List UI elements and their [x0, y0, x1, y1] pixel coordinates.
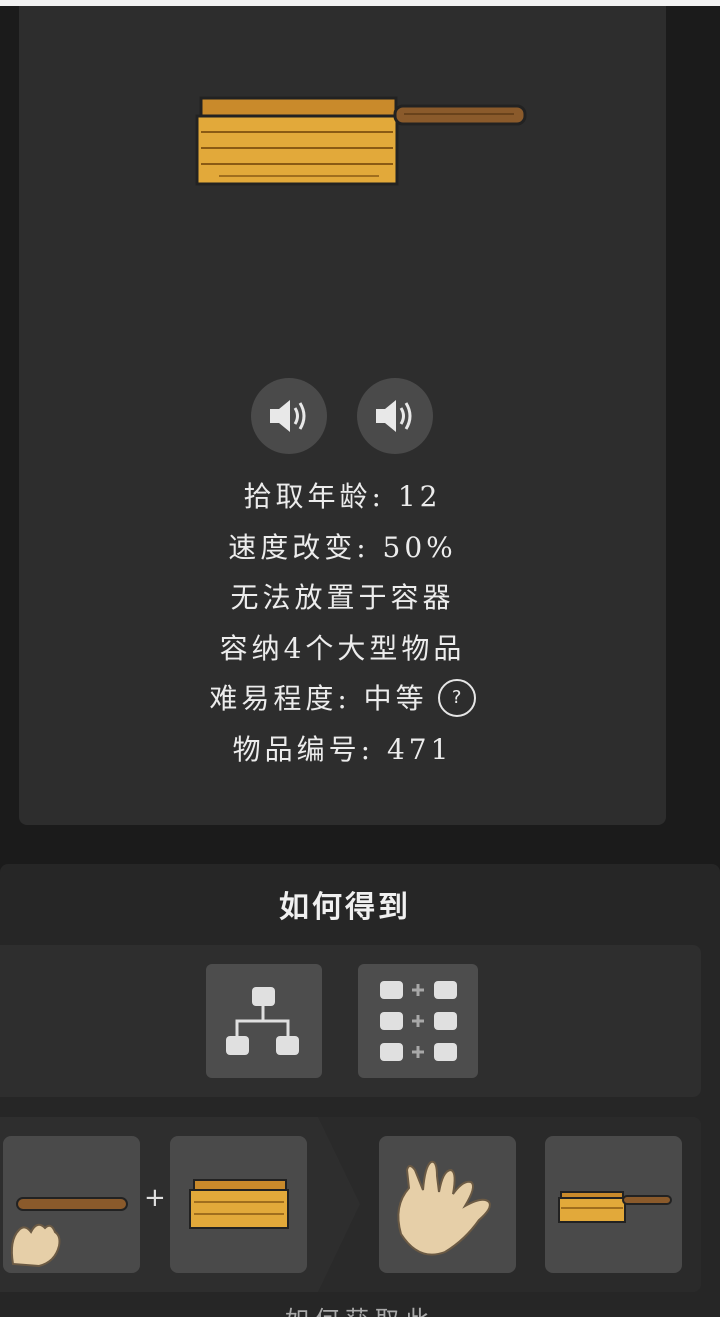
wooden-box-icon: [189, 1179, 289, 1229]
item-detail-card: 拾取年龄: 12 速度改变: 50% 无法放置于容器 容纳4个大型物品 难易程度…: [19, 6, 666, 825]
how-to-get-panel: 如何得到 +: [0, 864, 720, 1317]
help-button[interactable]: ?: [437, 678, 476, 717]
sound-button-1[interactable]: [251, 378, 327, 454]
difficulty-row: 难易程度: 中等?: [19, 674, 666, 725]
item-image: [195, 96, 527, 186]
speaker-icon: [376, 400, 412, 432]
recipe-grid-icon: [380, 981, 457, 1061]
speed-change: 速度改变: 50%: [228, 530, 457, 564]
ingredient-slot-box[interactable]: [170, 1136, 307, 1273]
difficulty: 难易程度: 中等: [209, 682, 428, 715]
recipe-row: +: [0, 1117, 701, 1292]
actor-slot-hand[interactable]: [379, 1136, 516, 1273]
result-slot[interactable]: [545, 1136, 682, 1273]
recipe-grid-button[interactable]: [358, 964, 478, 1078]
speaker-icon: [270, 400, 306, 432]
container-restriction: 无法放置于容器: [230, 581, 455, 614]
tech-tree-button[interactable]: [206, 964, 322, 1078]
ingredient-slot-stick[interactable]: [3, 1136, 140, 1273]
capacity: 容纳4个大型物品: [219, 631, 466, 665]
bottom-hint: 如何获取此: [0, 1300, 720, 1317]
tools-row: [0, 945, 701, 1097]
pickup-age: 拾取年龄: 12: [243, 480, 442, 513]
hand-icon: [397, 1160, 491, 1256]
wooden-pan-icon: [558, 1191, 672, 1223]
tech-tree-icon: [226, 987, 299, 1055]
sound-button-2[interactable]: [357, 378, 433, 454]
item-properties: 拾取年龄: 12 速度改变: 50% 无法放置于容器 容纳4个大型物品 难易程度…: [19, 472, 666, 775]
recipe-arrow: [318, 1117, 360, 1292]
how-to-get-title: 如何得到: [279, 890, 411, 925]
item-number: 物品编号: 471: [232, 732, 453, 766]
stick-in-hand-icon: [10, 1197, 128, 1268]
plus-sign: +: [144, 1183, 166, 1213]
